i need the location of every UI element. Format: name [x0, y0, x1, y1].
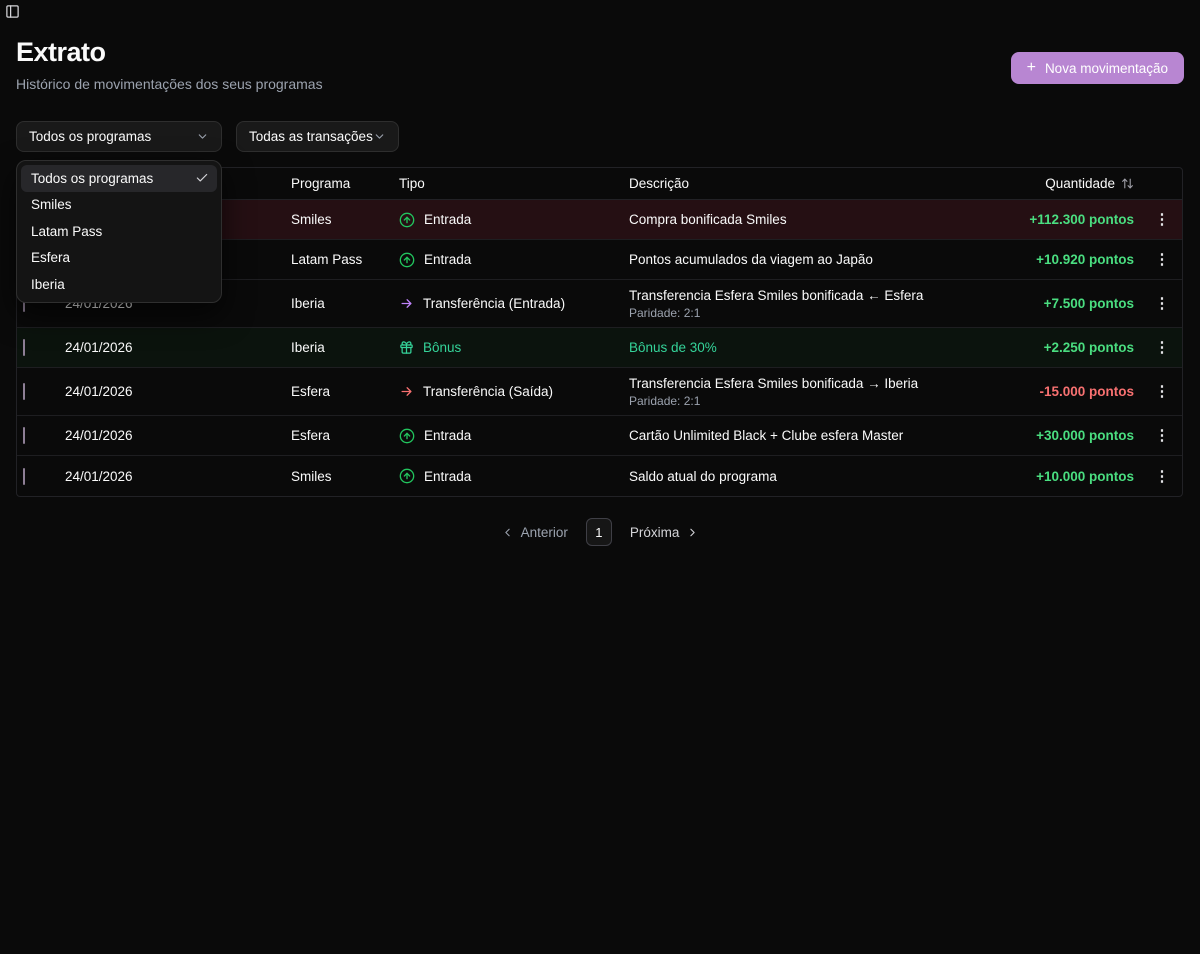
type-label: Transferência (Saída) — [423, 384, 553, 399]
description-sub: Paridade: 2:1 — [629, 394, 960, 408]
row-checkbox[interactable] — [23, 468, 25, 485]
kebab-menu-icon[interactable]: ⋮ — [1151, 210, 1174, 229]
table-row: 24/01/2026 Esfera Entrada Cartão Unlimit… — [17, 416, 1182, 456]
column-header-description: Descrição — [629, 176, 972, 191]
chevron-down-icon — [373, 130, 386, 143]
row-program: Iberia — [291, 296, 399, 311]
row-date: 24/01/2026 — [65, 428, 291, 443]
arrow-up-circle-icon — [399, 212, 415, 228]
option-label: Latam Pass — [31, 224, 102, 239]
row-date: 24/01/2026 — [65, 384, 291, 399]
page-title: Extrato — [16, 36, 323, 68]
kebab-menu-icon[interactable]: ⋮ — [1151, 382, 1174, 401]
row-program: Latam Pass — [291, 252, 399, 267]
option-label: Iberia — [31, 277, 65, 292]
arrow-right-icon — [399, 384, 414, 399]
row-checkbox[interactable] — [23, 339, 25, 356]
arrow-up-down-icon — [1121, 177, 1134, 190]
description: Bônus de 30% — [629, 340, 960, 355]
type-label: Bônus — [423, 340, 461, 355]
row-program: Esfera — [291, 428, 399, 443]
amount: +10.920 pontos — [972, 252, 1142, 267]
row-checkbox[interactable] — [23, 383, 25, 400]
type-label: Entrada — [424, 212, 471, 227]
programs-select[interactable]: Todos os programas — [16, 121, 222, 152]
row-date: 24/01/2026 — [65, 469, 291, 484]
programs-select-value: Todos os programas — [29, 129, 151, 144]
description: Transferencia Esfera Smiles bonificada →… — [629, 376, 960, 391]
column-header-program: Programa — [291, 176, 399, 191]
amount: +2.250 pontos — [972, 340, 1142, 355]
gift-icon — [399, 340, 414, 355]
description: Transferencia Esfera Smiles bonificada ←… — [629, 288, 960, 303]
column-header-amount[interactable]: Quantidade — [972, 176, 1142, 191]
page-subtitle: Histórico de movimentações dos seus prog… — [16, 74, 323, 94]
arrow-up-circle-icon — [399, 252, 415, 268]
row-program: Smiles — [291, 469, 399, 484]
kebab-menu-icon[interactable]: ⋮ — [1151, 426, 1174, 445]
column-header-type: Tipo — [399, 176, 629, 191]
page-header: Extrato Histórico de movimentações dos s… — [16, 36, 1184, 94]
chevron-down-icon — [196, 130, 209, 143]
arrow-up-circle-icon — [399, 468, 415, 484]
transactions-select-value: Todas as transações — [249, 129, 373, 144]
new-movement-button[interactable]: + Nova movimentação — [1011, 52, 1184, 84]
kebab-menu-icon[interactable]: ⋮ — [1151, 294, 1174, 313]
pagination-page-1[interactable]: 1 — [586, 518, 612, 546]
new-movement-button-label: Nova movimentação — [1045, 61, 1168, 76]
transactions-select[interactable]: Todas as transações — [236, 121, 399, 152]
type-label: Transferência (Entrada) — [423, 296, 565, 311]
amount: -15.000 pontos — [972, 384, 1142, 399]
filters-bar: Todos os programas Todas as transações — [16, 121, 1184, 152]
amount: +10.000 pontos — [972, 469, 1142, 484]
row-program: Esfera — [291, 384, 399, 399]
row-program: Iberia — [291, 340, 399, 355]
option-label: Todos os programas — [31, 171, 153, 186]
kebab-menu-icon[interactable]: ⋮ — [1151, 467, 1174, 486]
type-label: Entrada — [424, 252, 471, 267]
arrow-right-icon — [399, 296, 414, 311]
pagination-previous[interactable]: Anterior — [501, 525, 568, 540]
amount: +7.500 pontos — [972, 296, 1142, 311]
dropdown-option[interactable]: Smiles — [21, 192, 217, 219]
description: Cartão Unlimited Black + Clube esfera Ma… — [629, 428, 960, 443]
chevron-right-icon — [686, 526, 699, 539]
panel-left-icon[interactable] — [5, 4, 1200, 19]
row-date: 24/01/2026 — [65, 340, 291, 355]
type-label: Entrada — [424, 428, 471, 443]
pagination: Anterior 1 Próxima — [16, 518, 1184, 546]
arrow-up-circle-icon — [399, 428, 415, 444]
dropdown-option[interactable]: Todos os programas — [21, 165, 217, 192]
row-program: Smiles — [291, 212, 399, 227]
description: Saldo atual do programa — [629, 469, 960, 484]
programs-dropdown: Todos os programas Smiles Latam Pass Esf… — [16, 160, 222, 303]
pagination-next[interactable]: Próxima — [630, 525, 700, 540]
type-label: Entrada — [424, 469, 471, 484]
option-label: Smiles — [31, 197, 72, 212]
pagination-next-label: Próxima — [630, 525, 680, 540]
option-label: Esfera — [31, 250, 70, 265]
description: Compra bonificada Smiles — [629, 212, 960, 227]
kebab-menu-icon[interactable]: ⋮ — [1151, 338, 1174, 357]
description-sub: Paridade: 2:1 — [629, 306, 960, 320]
row-checkbox[interactable] — [23, 427, 25, 444]
chevron-left-icon — [501, 526, 514, 539]
description: Pontos acumulados da viagem ao Japão — [629, 252, 960, 267]
table-row: 24/01/2026 Esfera Transferência (Saída) … — [17, 368, 1182, 416]
dropdown-option[interactable]: Iberia — [21, 271, 217, 298]
table-row: 24/01/2026 Iberia Bônus Bônus de 30% +2.… — [17, 328, 1182, 368]
dropdown-option[interactable]: Esfera — [21, 245, 217, 272]
check-icon — [195, 171, 209, 185]
plus-icon: + — [1027, 60, 1036, 76]
amount: +30.000 pontos — [972, 428, 1142, 443]
table-row: 24/01/2026 Smiles Entrada Saldo atual do… — [17, 456, 1182, 496]
pagination-previous-label: Anterior — [521, 525, 568, 540]
amount: +112.300 pontos — [972, 212, 1142, 227]
kebab-menu-icon[interactable]: ⋮ — [1151, 250, 1174, 269]
top-bar — [0, 0, 1200, 24]
dropdown-option[interactable]: Latam Pass — [21, 218, 217, 245]
